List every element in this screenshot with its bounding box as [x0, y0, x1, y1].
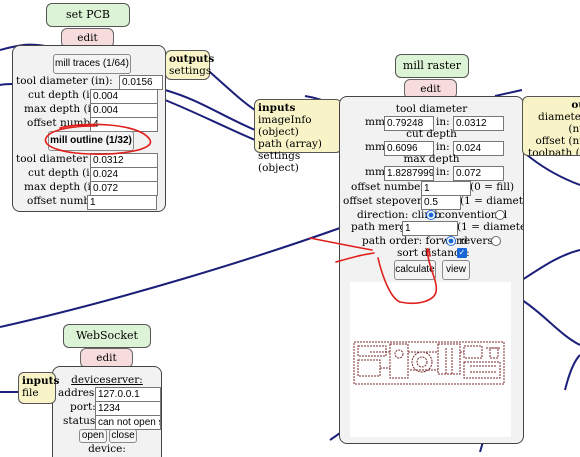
path-merge-field[interactable]: 1 — [402, 221, 458, 236]
inputs-port[interactable]: inputs imageInfo (object) path (array) s… — [254, 99, 342, 174]
port-label: port: — [70, 401, 96, 413]
offset-stepover-hint: (1 = diameter) — [460, 195, 523, 207]
websocket-panel: deviceserver: address: 127.0.0.1 port: 1… — [52, 366, 162, 457]
tool-diameter-label: tool diameter (in): — [16, 75, 113, 87]
input-path[interactable]: path (array) — [258, 138, 322, 150]
in-label: in: — [436, 166, 450, 178]
offset-number-field[interactable]: 4 — [90, 117, 158, 132]
path-merge-hint: (1 = diameter) — [457, 221, 523, 233]
offset-stepover-field[interactable]: 0.5 — [421, 195, 461, 210]
max-mm-field[interactable]: 1.82879999 — [384, 166, 434, 181]
cut-depth-field[interactable]: 0.004 — [90, 89, 158, 104]
climb-radio[interactable] — [426, 210, 436, 220]
set-pcb-defaults-title[interactable]: set PCB defaults — [46, 3, 130, 43]
close-button[interactable]: close — [109, 429, 137, 443]
open-button[interactable]: open — [79, 429, 107, 443]
edit-link[interactable]: edit — [420, 83, 441, 95]
wire — [564, 354, 580, 391]
offset-number-field[interactable]: 1 — [421, 181, 471, 196]
output-toolpath[interactable]: toolpath (o — [528, 147, 580, 155]
wire — [0, 83, 13, 86]
toolpath-preview — [350, 282, 511, 437]
conventional-radio[interactable] — [495, 210, 505, 220]
wire — [521, 299, 580, 346]
inputs-port-ws[interactable]: inputs file — [18, 372, 60, 404]
max-depth-heading: max depth — [403, 153, 460, 165]
offset-number-hint: (0 = fill) — [470, 181, 515, 193]
outputs-heading: ou — [571, 99, 580, 111]
mill-traces-button[interactable]: mill traces (1/64) — [53, 54, 131, 74]
input-file[interactable]: file — [22, 387, 39, 399]
mill-outline-button[interactable]: mill outline (1/32) — [48, 131, 134, 151]
offset-number-label: offset number: — [351, 181, 429, 193]
wire — [164, 99, 256, 141]
edit-link[interactable]: edit — [77, 32, 98, 44]
mill-raster-panel: tool diameter mm: 0.79248 in: 0.0312 cut… — [339, 96, 524, 444]
websocket-edit-delete: edit delete — [80, 348, 133, 382]
device-label: device: — [88, 443, 126, 455]
deviceserver-heading: deviceserver: — [53, 374, 161, 387]
offset-stepover-label: offset stepover: — [343, 195, 426, 207]
wire — [521, 249, 580, 281]
outputs-port[interactable]: outputs settings — [165, 50, 214, 80]
wire — [0, 227, 341, 328]
outputs-heading: outputs — [169, 53, 215, 65]
max-in-field[interactable]: 0.072 — [453, 166, 504, 181]
view-button[interactable]: view — [442, 260, 470, 280]
max-depth-field[interactable]: 0.004 — [90, 103, 158, 118]
set-pcb-panel: mill traces (1/64) tool diameter (in): 0… — [12, 45, 166, 212]
toolpath-drawing — [353, 341, 505, 385]
address-field[interactable]: 127.0.0.1 — [95, 387, 161, 402]
reverse-radio[interactable] — [491, 236, 501, 246]
forward-radio[interactable] — [446, 236, 456, 246]
inputs-heading: inputs — [22, 375, 60, 387]
sort-distance-checkbox[interactable]: ✓ — [457, 248, 467, 258]
wire — [164, 89, 256, 131]
max-depth-field[interactable]: 0.072 — [90, 181, 158, 196]
calculate-button[interactable]: calculate — [394, 260, 436, 280]
output-offset[interactable]: offset (nu — [535, 135, 580, 147]
output-settings[interactable]: settings — [169, 65, 211, 77]
edit-link[interactable]: edit — [96, 352, 117, 364]
input-imageinfo[interactable]: imageInfo (object) — [258, 114, 312, 138]
deviceserver-text: deviceserver: — [71, 374, 143, 386]
port-field[interactable]: 1234 — [95, 401, 161, 416]
cut-depth-field[interactable]: 0.024 — [90, 167, 158, 182]
tool-diameter-heading: tool diameter — [395, 103, 468, 115]
tool-diameter-field[interactable]: 0.0156 — [119, 75, 163, 90]
offset-number-field[interactable]: 1 — [87, 195, 157, 210]
output-diameter[interactable]: diameter (nu — [538, 111, 580, 135]
mill-raster-title[interactable]: mill raster 2D — [395, 54, 469, 94]
websocket-device-title[interactable]: WebSocket device — [63, 324, 151, 364]
status-field: can not open so — [95, 415, 161, 430]
inputs-heading: inputs — [258, 102, 296, 114]
tool-diameter-field[interactable]: 0.0312 — [90, 153, 158, 168]
cut-depth-heading: cut depth — [406, 128, 457, 140]
input-settings[interactable]: settings (object) — [258, 150, 300, 174]
outputs-port-right[interactable]: ou diameter (nu offset (nu toolpath (o — [522, 96, 580, 156]
status-label: status: — [63, 415, 99, 427]
